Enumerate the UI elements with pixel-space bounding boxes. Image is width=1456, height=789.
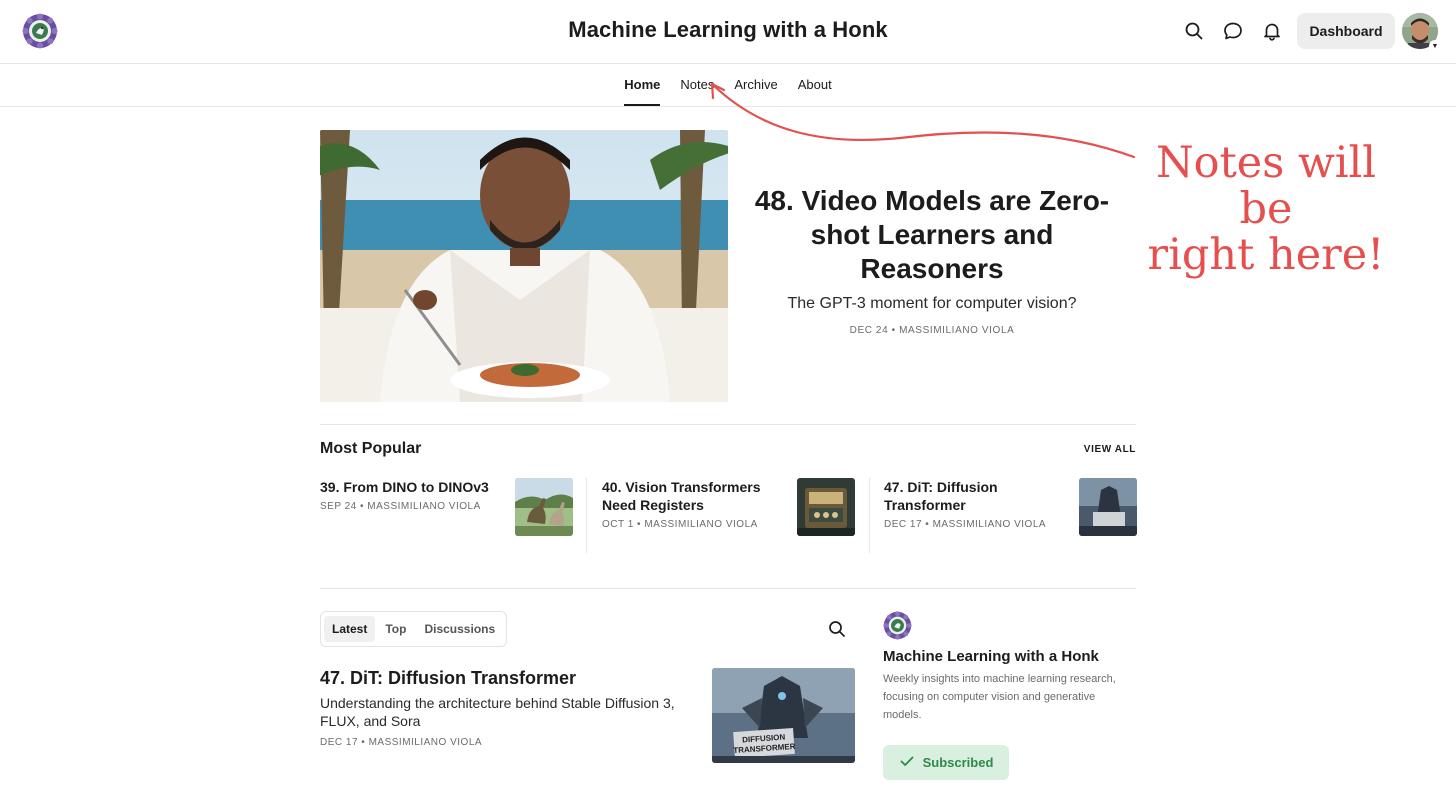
popular-item-thumbnail[interactable] — [1079, 478, 1137, 536]
main-nav: Home Notes Archive About — [0, 64, 1456, 106]
dashboard-button[interactable]: Dashboard — [1297, 13, 1395, 49]
popular-item-title[interactable]: 40. Vision Transformers Need Registers — [602, 478, 776, 514]
popular-divider — [586, 478, 587, 553]
search-icon[interactable] — [827, 619, 847, 639]
most-popular-heading: Most Popular — [320, 440, 422, 457]
nav-home[interactable]: Home — [614, 64, 670, 106]
annotation-line-1: Notes will be — [1155, 138, 1377, 234]
view-all-link[interactable]: VIEW ALL — [1060, 444, 1136, 455]
annotation-text: Notes will be right here! — [1128, 140, 1404, 278]
popular-item-title[interactable]: 47. DiT: Diffusion Transformer — [884, 478, 1058, 514]
check-icon — [899, 753, 915, 772]
sidebar-description: Weekly insights into machine learning re… — [883, 673, 1116, 721]
tab-latest[interactable]: Latest — [324, 616, 376, 642]
hero-meta: DEC 24 • MASSIMILIANO VIOLA — [849, 325, 1015, 336]
hero-subtitle: The GPT-3 moment for computer vision? — [787, 295, 1077, 312]
hero-image[interactable] — [320, 130, 728, 402]
section-divider — [320, 424, 1136, 425]
post-title[interactable]: 47. DiT: Diffusion Transformer — [320, 668, 576, 689]
publication-logo[interactable] — [22, 13, 58, 49]
nav-archive[interactable]: Archive — [724, 64, 787, 106]
publication-logo[interactable] — [883, 611, 912, 640]
tab-discussions[interactable]: Discussions — [416, 616, 503, 642]
nav-about[interactable]: About — [788, 64, 842, 106]
subscribed-button[interactable]: Subscribed — [883, 745, 1009, 780]
popular-item-thumbnail[interactable] — [515, 478, 573, 536]
top-bar: Machine Learning with a Honk Dashboard ▼ — [0, 0, 1456, 63]
search-icon[interactable] — [1183, 20, 1205, 42]
chevron-down-icon[interactable]: ▼ — [1429, 40, 1441, 52]
hero-title[interactable]: 48. Video Models are Zero-shot Learners … — [752, 184, 1112, 286]
bell-icon[interactable] — [1261, 20, 1283, 42]
tab-top[interactable]: Top — [377, 616, 414, 642]
annotation-line-2: right here! — [1147, 230, 1385, 280]
site-title[interactable]: Machine Learning with a Honk — [568, 17, 887, 42]
feed-tabs: Latest Top Discussions — [320, 611, 508, 647]
post-thumbnail[interactable]: DIFFUSION TRANSFORMER — [712, 668, 855, 763]
popular-item-title[interactable]: 39. From DINO to DINOv3 — [320, 478, 494, 496]
subscribed-label: Subscribed — [922, 755, 994, 770]
post-subtitle: Understanding the architecture behind St… — [320, 695, 675, 729]
post-meta: DEC 17 • MASSIMILIANO VIOLA — [320, 737, 483, 748]
chat-icon[interactable] — [1222, 20, 1244, 42]
popular-divider — [869, 478, 870, 553]
nav-divider — [0, 106, 1456, 107]
nav-notes[interactable]: Notes — [670, 64, 724, 106]
sidebar-title: Machine Learning with a Honk — [883, 648, 1099, 665]
popular-item-thumbnail[interactable] — [797, 478, 855, 536]
section-divider — [320, 588, 1136, 589]
